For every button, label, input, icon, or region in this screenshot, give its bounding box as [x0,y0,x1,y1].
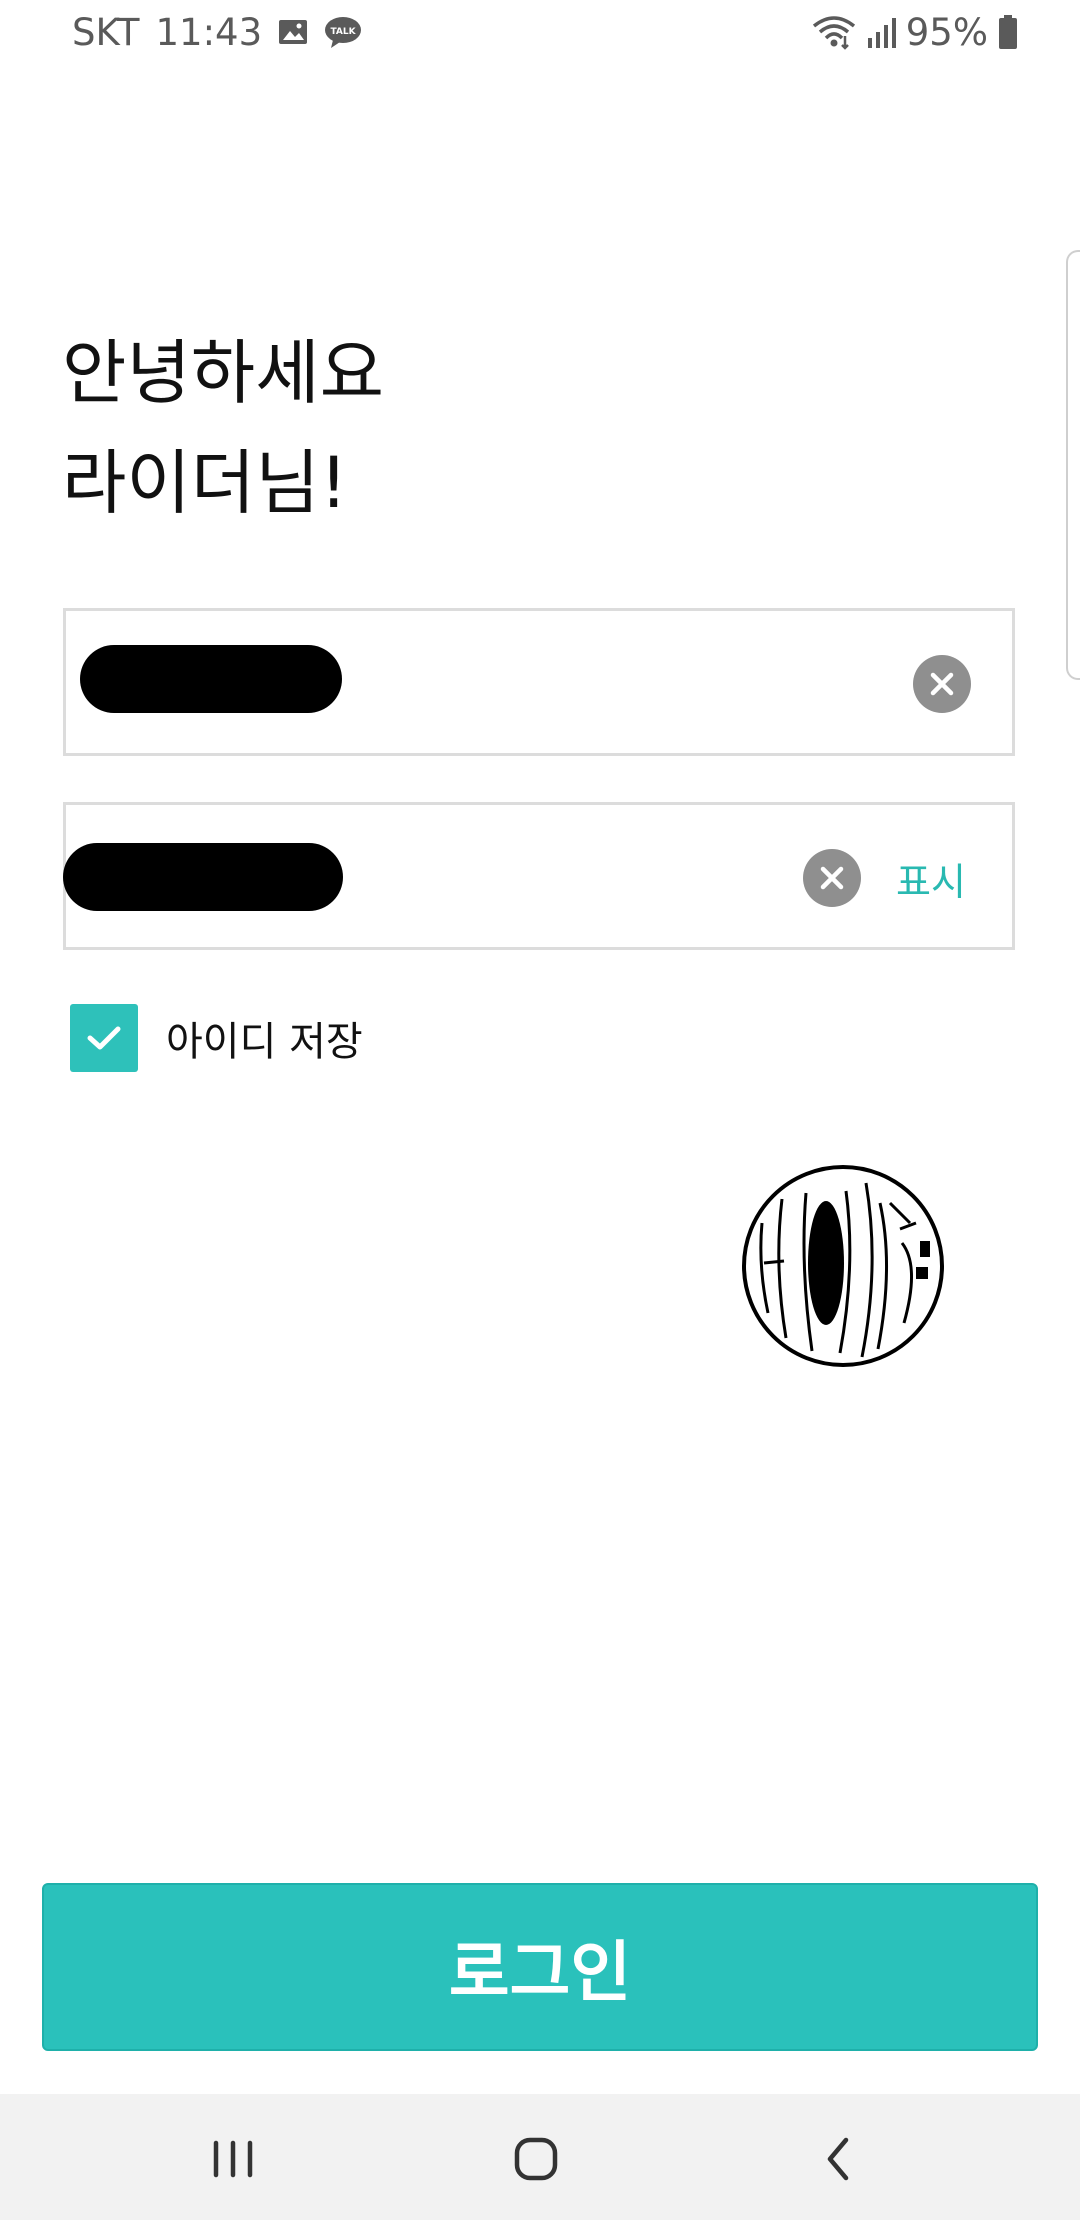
carrier-label: SKT [72,10,140,54]
talk-badge-text: TALK [331,27,357,37]
greeting-line-1: 안녕하세요 [62,332,384,414]
save-id-checkbox[interactable] [70,1004,138,1072]
password-field[interactable]: 표시 [63,802,1015,950]
signal-icon [866,16,896,48]
close-icon [820,866,844,890]
home-button[interactable] [496,2124,576,2194]
save-id-label: 아이디 저장 [166,1019,363,1065]
show-password-button[interactable]: 표시 [896,851,966,906]
talk-icon: TALK [324,15,362,49]
status-left: SKT 11:43 TALK [72,8,362,56]
save-id-option[interactable]: 아이디 저장 [70,1004,363,1072]
status-right: 95% [812,8,1018,56]
doodle-sticker-icon [742,1165,944,1367]
redacted-id-value [80,645,342,713]
redacted-password-value [63,843,343,911]
login-button[interactable]: 로그인 [42,1883,1038,2051]
edge-panel-handle[interactable] [1066,250,1080,680]
navigation-bar [0,2094,1080,2220]
wifi-icon [812,14,856,50]
back-icon [827,2137,849,2181]
close-icon [930,672,954,696]
back-button[interactable] [798,2124,878,2194]
clock: 11:43 [155,10,263,54]
greeting-line-2: 라이더님! [62,442,348,524]
login-button-label: 로그인 [448,1934,632,2011]
clear-password-button[interactable] [803,849,861,907]
clear-id-button[interactable] [913,655,971,713]
gallery-icon [278,17,308,47]
greeting: 안녕하세요 라이더님! [62,318,384,538]
checkmark-icon [87,1026,121,1050]
status-bar: SKT 11:43 TALK 95% [0,0,1080,64]
battery-percent: 95% [905,10,988,54]
battery-icon [998,15,1018,49]
home-icon [514,2137,558,2181]
id-field[interactable] [63,608,1015,756]
recents-icon [213,2140,253,2178]
recents-button[interactable] [193,2124,273,2194]
